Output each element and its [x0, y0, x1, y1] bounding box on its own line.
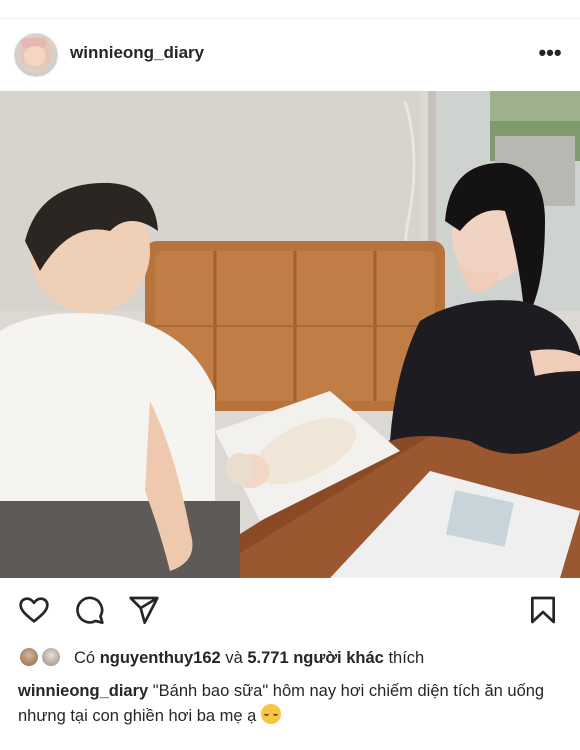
post-actions-bar — [0, 590, 580, 634]
likes-suffix: thích — [388, 649, 425, 667]
post-header: winnieong_diary ••• — [0, 24, 580, 84]
liker-avatar[interactable] — [18, 646, 40, 668]
likes-others-count[interactable]: 5.771 người khác — [247, 649, 384, 667]
post-caption: winnieong_diary "Bánh bao sữa" hôm nay h… — [18, 679, 568, 729]
liker-username[interactable]: nguyenthuy162 — [100, 649, 221, 667]
post-photo-illustration — [0, 91, 580, 578]
heart-icon[interactable] — [18, 594, 54, 630]
likes-prefix: Có — [74, 649, 96, 667]
send-icon[interactable] — [128, 594, 164, 630]
caption-username[interactable]: winnieong_diary — [18, 682, 148, 700]
comment-icon[interactable] — [73, 594, 109, 630]
post-photo[interactable] — [0, 91, 580, 578]
avatar[interactable] — [14, 33, 58, 77]
smiling-face-emoji-icon — [260, 704, 281, 724]
bookmark-icon[interactable] — [527, 594, 563, 630]
likes-conjunction: và — [225, 649, 243, 667]
liker-avatar[interactable] — [40, 646, 62, 668]
previous-post-strip — [0, 0, 580, 19]
post-username[interactable]: winnieong_diary — [70, 43, 204, 63]
likes-text: Có nguyenthuy162 và 5.771 người khác thí… — [74, 645, 424, 671]
more-options-icon[interactable]: ••• — [532, 38, 568, 68]
likes-summary: Có nguyenthuy162 và 5.771 người khác thí… — [18, 645, 578, 671]
